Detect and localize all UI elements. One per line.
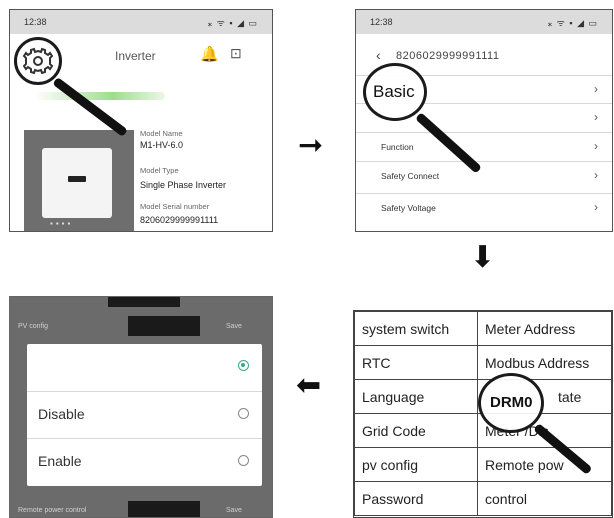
pv-config-dialog-screen: PV config Save Disable Enable Remote pow… xyxy=(9,296,273,518)
table-row: system switch Meter Address xyxy=(354,311,612,346)
basic-label: Basic xyxy=(373,82,415,101)
option-dialog: Disable Enable xyxy=(27,344,262,486)
settings-row-label: Safety Voltage xyxy=(381,203,436,213)
inverter-image xyxy=(42,148,112,218)
gear-icon[interactable] xyxy=(17,40,59,82)
status-bar: 12:38 ⁎ ᯤ ▪ ◢ ▭ xyxy=(356,10,612,34)
model-name-value: M1-HV-6.0 xyxy=(140,140,184,150)
table-cell[interactable]: Meter Address xyxy=(477,311,612,346)
settings-row-safety-connect[interactable]: Safety Connect › xyxy=(356,161,612,189)
option-item-enable[interactable]: Enable xyxy=(27,438,262,485)
chevron-right-icon: › xyxy=(594,82,598,96)
inverter-feet: ▪▪▪▪ xyxy=(50,219,74,228)
table-row: RTC Modbus Address xyxy=(354,345,612,380)
magnifier-basic: Basic xyxy=(363,63,427,121)
device-serial-title: 8206029999991111 xyxy=(396,50,500,62)
status-icons: ⁎ ᯤ ▪ ◢ ▭ xyxy=(547,17,598,28)
settings-row-function[interactable]: Function › xyxy=(356,132,612,160)
table-cell[interactable]: control xyxy=(477,481,612,516)
bell-icon[interactable]: 🔔 xyxy=(200,45,219,63)
table-cell[interactable]: Password xyxy=(354,481,478,516)
status-icons: ⁎ ᯤ ▪ ◢ ▭ xyxy=(207,17,258,28)
chevron-right-icon: › xyxy=(594,139,598,153)
blurred-field xyxy=(128,316,200,336)
status-time: 12:38 xyxy=(370,17,393,27)
table-cell[interactable]: RTC xyxy=(354,345,478,380)
table-row: Password control xyxy=(354,481,612,516)
table-cell[interactable]: pv config xyxy=(354,447,478,482)
model-type-label: Model Type xyxy=(140,166,179,175)
table-cell[interactable]: Language xyxy=(354,379,478,414)
arrow-right-icon: ➞ xyxy=(298,128,324,163)
chevron-right-icon: › xyxy=(594,110,598,124)
magnifier-gear xyxy=(14,37,62,85)
back-arrow-icon[interactable]: ‹ xyxy=(376,47,381,63)
model-type-value: Single Phase Inverter xyxy=(140,180,227,190)
option-item-disable[interactable]: Disable xyxy=(27,391,262,438)
model-name-label: Model Name xyxy=(140,129,183,138)
bg-save-button[interactable]: Save xyxy=(226,323,272,330)
radio-icon[interactable] xyxy=(238,455,249,466)
option-label: Enable xyxy=(38,453,82,469)
serial-value: 8206029999991111 xyxy=(140,215,219,225)
radio-icon[interactable] xyxy=(238,408,249,419)
inverter-display-slot xyxy=(68,176,86,182)
blurred-field xyxy=(108,297,180,307)
chevron-right-icon: › xyxy=(594,200,598,214)
drm0-label: DRM0 xyxy=(490,394,533,411)
device-search-icon[interactable]: ⊡ xyxy=(230,45,242,62)
table-cell[interactable]: Grid Code xyxy=(354,413,478,448)
status-highlight xyxy=(35,92,165,100)
status-time: 12:38 xyxy=(24,17,47,27)
option-item[interactable] xyxy=(27,344,262,391)
settings-row-safety-voltage[interactable]: Safety Voltage › xyxy=(356,193,612,221)
serial-label: Model Serial number xyxy=(140,202,210,211)
radio-selected-icon[interactable] xyxy=(238,360,249,371)
table-cell[interactable]: system switch xyxy=(354,311,478,346)
magnifier-drm0: DRM0 xyxy=(478,373,544,433)
settings-row-label: Safety Connect xyxy=(381,171,440,181)
table-cell[interactable]: Remote pow xyxy=(477,447,612,482)
page-title: Inverter xyxy=(115,49,156,63)
status-bar: 12:38 ⁎ ᯤ ▪ ◢ ▭ xyxy=(10,10,272,34)
settings-row-label: Function xyxy=(381,142,414,152)
option-label: Disable xyxy=(38,406,85,422)
chevron-right-icon: › xyxy=(594,168,598,182)
arrow-down-icon: ⬇ xyxy=(470,240,496,275)
bg-save-button[interactable]: Save xyxy=(226,507,272,514)
arrow-left-icon: ⬅ xyxy=(296,368,322,403)
blurred-field xyxy=(128,501,200,517)
